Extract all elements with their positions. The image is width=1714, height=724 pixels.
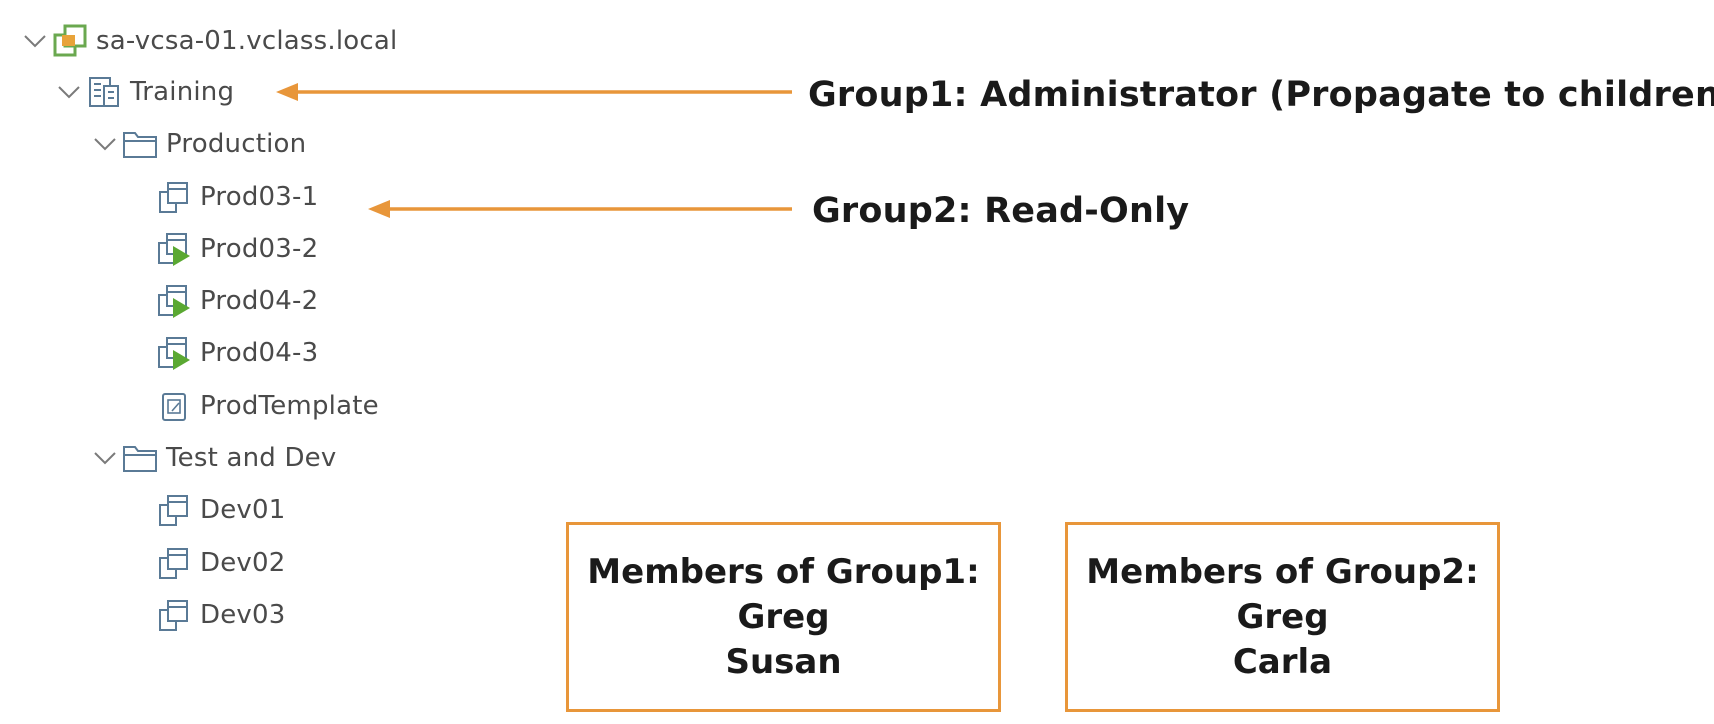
group-member: Greg xyxy=(737,596,830,637)
vm-powered-on-icon xyxy=(156,283,192,319)
vm-template-icon xyxy=(156,388,192,424)
tree-node-folder-test-and-dev[interactable]: Test and Dev xyxy=(88,435,336,481)
chevron-down-icon[interactable] xyxy=(52,69,86,115)
vcenter-icon xyxy=(52,23,88,59)
vm-icon xyxy=(156,179,192,215)
group-member: Greg xyxy=(1236,596,1329,637)
tree-node-label: Training xyxy=(130,77,235,107)
group-title: Members of Group1: xyxy=(587,551,980,592)
vm-powered-on-icon xyxy=(156,231,192,267)
chevron-down-icon[interactable] xyxy=(88,121,122,167)
tree-node-label: Prod04-3 xyxy=(200,338,319,368)
tree-node-vm[interactable]: Prod04-3 xyxy=(156,330,318,376)
tree-node-datacenter[interactable]: Training xyxy=(52,69,234,115)
tree-node-label: Dev03 xyxy=(200,600,286,630)
group-member: Susan xyxy=(725,641,842,682)
folder-icon xyxy=(122,440,158,476)
tree-node-folder-production[interactable]: Production xyxy=(88,121,306,167)
tree-node-root[interactable]: sa-vcsa-01.vclass.local xyxy=(18,18,397,64)
vm-icon xyxy=(156,545,192,581)
chevron-down-icon[interactable] xyxy=(88,435,122,481)
tree-node-template[interactable]: ProdTemplate xyxy=(156,383,379,429)
tree-node-label: ProdTemplate xyxy=(200,391,379,421)
group1-permission-callout: Group1: Administrator (Propagate to chil… xyxy=(808,75,1714,115)
tree-node-label: Dev01 xyxy=(200,495,286,525)
folder-icon xyxy=(122,126,158,162)
vm-icon xyxy=(156,492,192,528)
vm-powered-on-icon xyxy=(156,335,192,371)
tree-node-vm[interactable]: Dev03 xyxy=(156,592,286,638)
group1-members-box: Members of Group1: Greg Susan xyxy=(566,522,1001,712)
tree-node-label: Dev02 xyxy=(200,548,286,578)
tree-node-label: Test and Dev xyxy=(166,443,337,473)
group-title: Members of Group2: xyxy=(1086,551,1479,592)
tree-node-label: Production xyxy=(166,129,307,159)
vm-icon xyxy=(156,597,192,633)
tree-node-vm[interactable]: Dev01 xyxy=(156,487,286,533)
chevron-down-icon[interactable] xyxy=(18,18,52,64)
tree-node-vm[interactable]: Prod03-1 xyxy=(156,174,318,220)
group2-permission-callout: Group2: Read-Only xyxy=(812,191,1190,231)
arrow-icon xyxy=(276,83,792,101)
tree-node-label: Prod04-2 xyxy=(200,286,319,316)
tree-node-vm[interactable]: Prod03-2 xyxy=(156,226,318,272)
tree-node-vm[interactable]: Dev02 xyxy=(156,540,286,586)
arrow-icon xyxy=(368,200,792,218)
datacenter-icon xyxy=(86,74,122,110)
tree-node-label: Prod03-1 xyxy=(200,182,319,212)
tree-node-vm[interactable]: Prod04-2 xyxy=(156,278,318,324)
tree-node-label: Prod03-2 xyxy=(200,234,319,264)
tree-node-label: sa-vcsa-01.vclass.local xyxy=(96,26,398,56)
group-member: Carla xyxy=(1232,641,1333,682)
group2-members-box: Members of Group2: Greg Carla xyxy=(1065,522,1500,712)
